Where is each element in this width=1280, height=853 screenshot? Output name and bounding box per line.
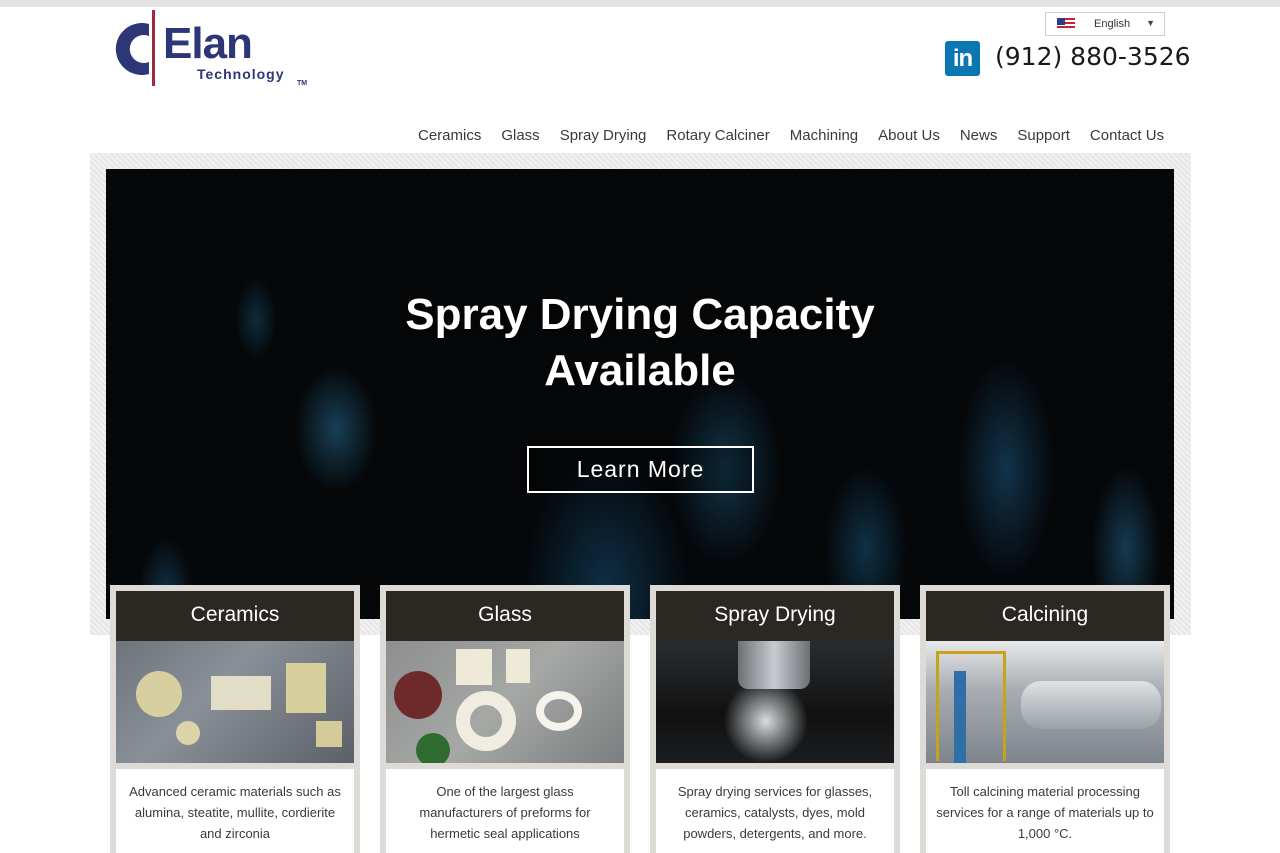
ceramic-block-shape (286, 663, 326, 713)
calciner-pillar-shape (954, 671, 966, 763)
card-image-calcining (926, 641, 1164, 763)
glass-disc-shape (394, 671, 442, 719)
linkedin-icon[interactable]: in (945, 41, 980, 76)
main-nav: Ceramics Glass Spray Drying Rotary Calci… (408, 124, 1174, 148)
nav-item-glass[interactable]: Glass (491, 124, 549, 148)
us-flag-icon (1057, 18, 1075, 30)
card-title: Spray Drying (656, 591, 894, 641)
logo-wordmark: Elan (163, 19, 253, 68)
card-glass[interactable]: Glass One of the largest glass manufactu… (380, 585, 630, 853)
site-logo[interactable]: Elan Technology TM (113, 10, 313, 88)
caret-down-icon: ▼ (1146, 18, 1155, 28)
calciner-drum-shape (1021, 681, 1161, 729)
spray-nozzle-shape (738, 641, 810, 689)
hero-title: Spray Drying Capacity Available (106, 287, 1174, 399)
logo-subtitle: Technology (197, 66, 285, 82)
nav-item-support[interactable]: Support (1007, 124, 1080, 148)
card-description: Spray drying services for glasses, ceram… (656, 769, 894, 853)
phone-number[interactable]: (912) 880-3526 (995, 42, 1191, 71)
top-strip (0, 0, 1280, 7)
ceramic-bead-shape (176, 721, 200, 745)
learn-more-button[interactable]: Learn More (527, 446, 754, 493)
card-ceramics[interactable]: Ceramics Advanced ceramic materials such… (110, 585, 360, 853)
logo-mark-icon (115, 23, 149, 75)
hero-banner: Spray Drying Capacity Available Learn Mo… (106, 169, 1174, 619)
nav-item-machining[interactable]: Machining (780, 124, 868, 148)
card-description: Advanced ceramic materials such as alumi… (116, 769, 354, 853)
card-description: Toll calcining material processing servi… (926, 769, 1164, 853)
card-image-spray-drying (656, 641, 894, 763)
ceramic-disc-shape (136, 671, 182, 717)
card-description: One of the largest glass manufacturers o… (386, 769, 624, 853)
nav-item-contact-us[interactable]: Contact Us (1080, 124, 1174, 148)
logo-divider (152, 10, 155, 86)
card-title: Glass (386, 591, 624, 641)
hero-title-line-1: Spray Drying Capacity (405, 290, 875, 339)
nav-item-spray-drying[interactable]: Spray Drying (550, 124, 657, 148)
logo-trademark: TM (297, 80, 308, 87)
glass-green-disc-shape (416, 733, 450, 763)
card-title: Ceramics (116, 591, 354, 641)
language-label: English (1094, 18, 1131, 30)
nav-item-about-us[interactable]: About Us (868, 124, 950, 148)
card-image-glass (386, 641, 624, 763)
ceramic-cube-shape (316, 721, 342, 747)
card-title: Calcining (926, 591, 1164, 641)
glass-loop-shape (536, 691, 582, 731)
card-calcining[interactable]: Calcining Toll calcining material proces… (920, 585, 1170, 853)
language-selector[interactable]: English ▼ (1045, 12, 1165, 36)
card-spray-drying[interactable]: Spray Drying Spray drying services for g… (650, 585, 900, 853)
glass-square-shape (456, 649, 492, 685)
nav-item-ceramics[interactable]: Ceramics (408, 124, 491, 148)
glass-ring-shape (456, 691, 516, 751)
ceramic-plate-shape (211, 676, 271, 710)
nav-item-rotary-calciner[interactable]: Rotary Calciner (656, 124, 779, 148)
nav-item-news[interactable]: News (950, 124, 1008, 148)
hero-title-line-2: Available (544, 346, 736, 395)
glass-frame-shape (506, 649, 530, 683)
calciner-scaffold-shape (936, 651, 1006, 761)
card-image-ceramics (116, 641, 354, 763)
